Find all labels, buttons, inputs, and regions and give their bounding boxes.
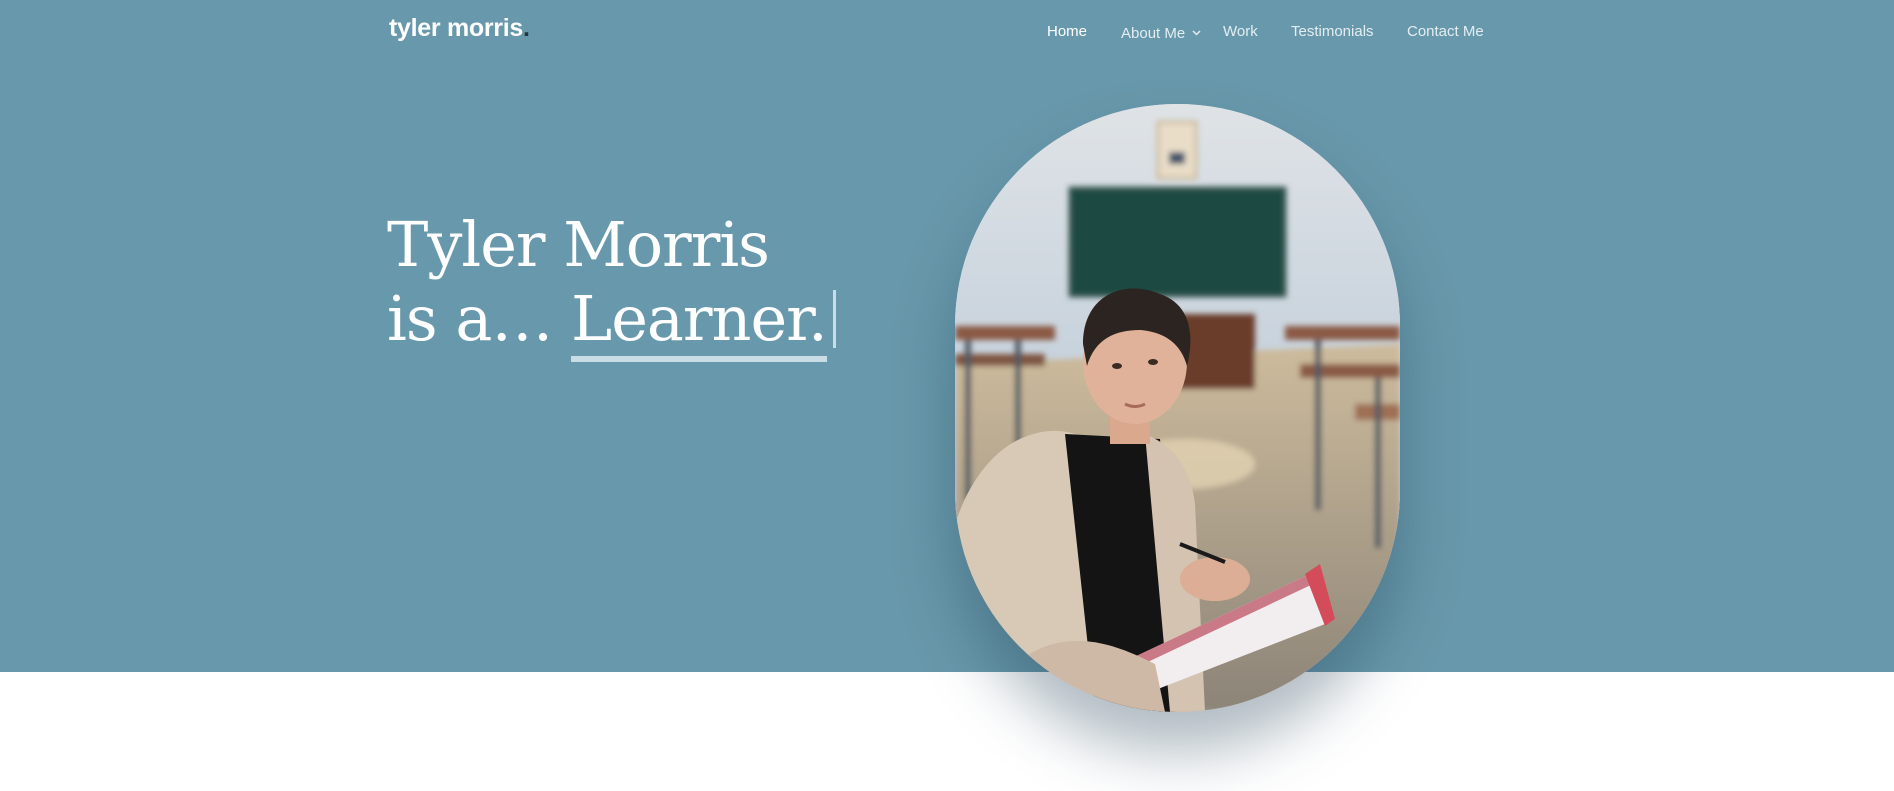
hero-section	[0, 0, 1894, 672]
typed-word-text: Learner.	[571, 282, 828, 355]
nav-item-about-me[interactable]: About Me	[1121, 23, 1201, 42]
nav-item-home[interactable]: Home	[1047, 23, 1087, 40]
nav-item-testimonials[interactable]: Testimonials	[1291, 23, 1374, 40]
typing-cursor	[832, 290, 836, 348]
nav-about-label: About Me	[1121, 25, 1186, 42]
nav-item-work[interactable]: Work	[1223, 23, 1258, 40]
content-section	[0, 672, 1894, 791]
headline-name: Tyler Morris	[387, 208, 770, 281]
main-navigation: Home About Me Work Testimonials Contact …	[0, 23, 1894, 45]
nav-testimonials-label: Testimonials	[1291, 23, 1374, 40]
hero-portrait	[955, 104, 1400, 712]
typed-word: Learner.	[571, 282, 828, 362]
nav-item-contact-me[interactable]: Contact Me	[1407, 23, 1484, 40]
typed-word-underline	[571, 356, 827, 362]
chevron-down-icon	[1192, 23, 1201, 40]
portrait-image	[955, 104, 1400, 712]
headline-prefix: is a…	[387, 282, 553, 355]
nav-work-label: Work	[1223, 23, 1258, 40]
hero-headline: Tyler Morris is a… Learner.	[387, 208, 836, 362]
nav-home-label: Home	[1047, 23, 1088, 40]
nav-contact-label: Contact Me	[1407, 23, 1484, 40]
